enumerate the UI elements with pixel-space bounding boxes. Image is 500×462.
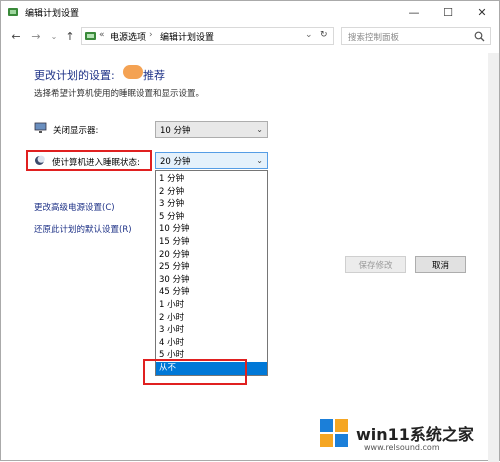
title-bar: 编辑计划设置 — ☐ ✕	[1, 1, 499, 23]
breadcrumb-overflow[interactable]: «	[99, 30, 105, 40]
control-panel-icon	[85, 32, 96, 40]
watermark: win11系统之家 www.relsound.com	[304, 411, 499, 459]
windows-logo-icon	[320, 419, 348, 447]
sleep-option[interactable]: 30 分钟	[156, 274, 267, 287]
watermark-text: win11系统之家	[356, 425, 474, 444]
breadcrumb-separator: ›	[149, 30, 153, 40]
search-input[interactable]: 搜索控制面板	[341, 27, 491, 45]
power-options-icon	[8, 8, 18, 16]
address-box[interactable]: « 电源选项 › 编辑计划设置 ⌄ ↻	[81, 27, 334, 45]
breadcrumb-edit-plan[interactable]: 编辑计划设置	[160, 30, 214, 43]
sleep-option[interactable]: 1 分钟	[156, 173, 267, 186]
sleep-option[interactable]: 10 分钟	[156, 223, 267, 236]
sleep-label: 使计算机进入睡眠状态:	[52, 158, 140, 168]
search-icon[interactable]	[474, 31, 485, 42]
display-off-value: 10 分钟	[160, 126, 191, 136]
sleep-option[interactable]: 3 分钟	[156, 198, 267, 211]
window-title: 编辑计划设置	[25, 9, 80, 19]
sleep-option[interactable]: 45 分钟	[156, 286, 267, 299]
sleep-option[interactable]: 1 小时	[156, 299, 267, 312]
display-off-label: 关闭显示器:	[53, 126, 99, 136]
refresh-icon[interactable]: ↻	[320, 30, 328, 40]
moon-icon	[35, 155, 45, 165]
cancel-button[interactable]: 取消	[415, 256, 466, 273]
sleep-options-list: 1 分钟 2 分钟 3 分钟 5 分钟 10 分钟 15 分钟 20 分钟 25 分钟 30 分…	[155, 170, 268, 376]
sleep-option[interactable]: 5 分钟	[156, 211, 267, 224]
up-arrow-icon[interactable]: ↑	[63, 29, 77, 43]
never-option-highlight	[143, 359, 247, 385]
search-placeholder: 搜索控制面板	[348, 33, 400, 43]
sleep-option[interactable]: 15 分钟	[156, 236, 267, 249]
sleep-dropdown[interactable]: 20 分钟 ⌄	[155, 152, 268, 169]
maximize-button[interactable]: ☐	[431, 1, 465, 23]
sleep-option[interactable]: 20 分钟	[156, 249, 267, 262]
chevron-down-icon: ⌄	[256, 125, 263, 134]
sleep-option[interactable]: 25 分钟	[156, 261, 267, 274]
watermark-url: www.relsound.com	[364, 443, 440, 452]
advanced-power-settings-link[interactable]: 更改高级电源设置(C)	[34, 201, 115, 213]
redacted-plan-name	[123, 65, 143, 79]
edit-plan-settings-window: 编辑计划设置 — ☐ ✕ ← → ⌄ ↑ « 电源选项 › 编辑计划设置 ⌄ ↻…	[0, 0, 500, 462]
sleep-option[interactable]: 4 小时	[156, 337, 267, 350]
page-heading: 更改计划的设置:	[34, 69, 115, 82]
monitor-icon	[34, 122, 47, 133]
sleep-option[interactable]: 2 小时	[156, 312, 267, 325]
restore-defaults-link[interactable]: 还原此计划的默认设置(R)	[34, 223, 132, 235]
sleep-value: 20 分钟	[160, 157, 191, 167]
minimize-button[interactable]: —	[397, 1, 431, 23]
navigation-bar: ← → ⌄ ↑ « 电源选项 › 编辑计划设置 ⌄ ↻ 搜索控制面板	[1, 26, 499, 48]
close-button[interactable]: ✕	[465, 1, 499, 23]
sleep-option[interactable]: 3 小时	[156, 324, 267, 337]
scrollbar-track[interactable]	[488, 53, 499, 462]
page-subtext: 选择希望计算机使用的睡眠设置和显示设置。	[34, 89, 205, 99]
recent-locations-chevron-icon[interactable]: ⌄	[47, 29, 61, 43]
forward-arrow-icon[interactable]: →	[29, 29, 43, 43]
chevron-down-icon: ⌄	[256, 156, 263, 165]
breadcrumb-power-options[interactable]: 电源选项	[110, 30, 146, 43]
save-changes-button[interactable]: 保存修改	[345, 256, 406, 273]
address-dropdown-chevron-icon[interactable]: ⌄	[305, 30, 313, 40]
sleep-option[interactable]: 2 分钟	[156, 186, 267, 199]
page-heading-suffix: 推荐	[143, 69, 165, 82]
back-arrow-icon[interactable]: ←	[9, 29, 23, 43]
display-off-dropdown[interactable]: 10 分钟 ⌄	[155, 121, 268, 138]
